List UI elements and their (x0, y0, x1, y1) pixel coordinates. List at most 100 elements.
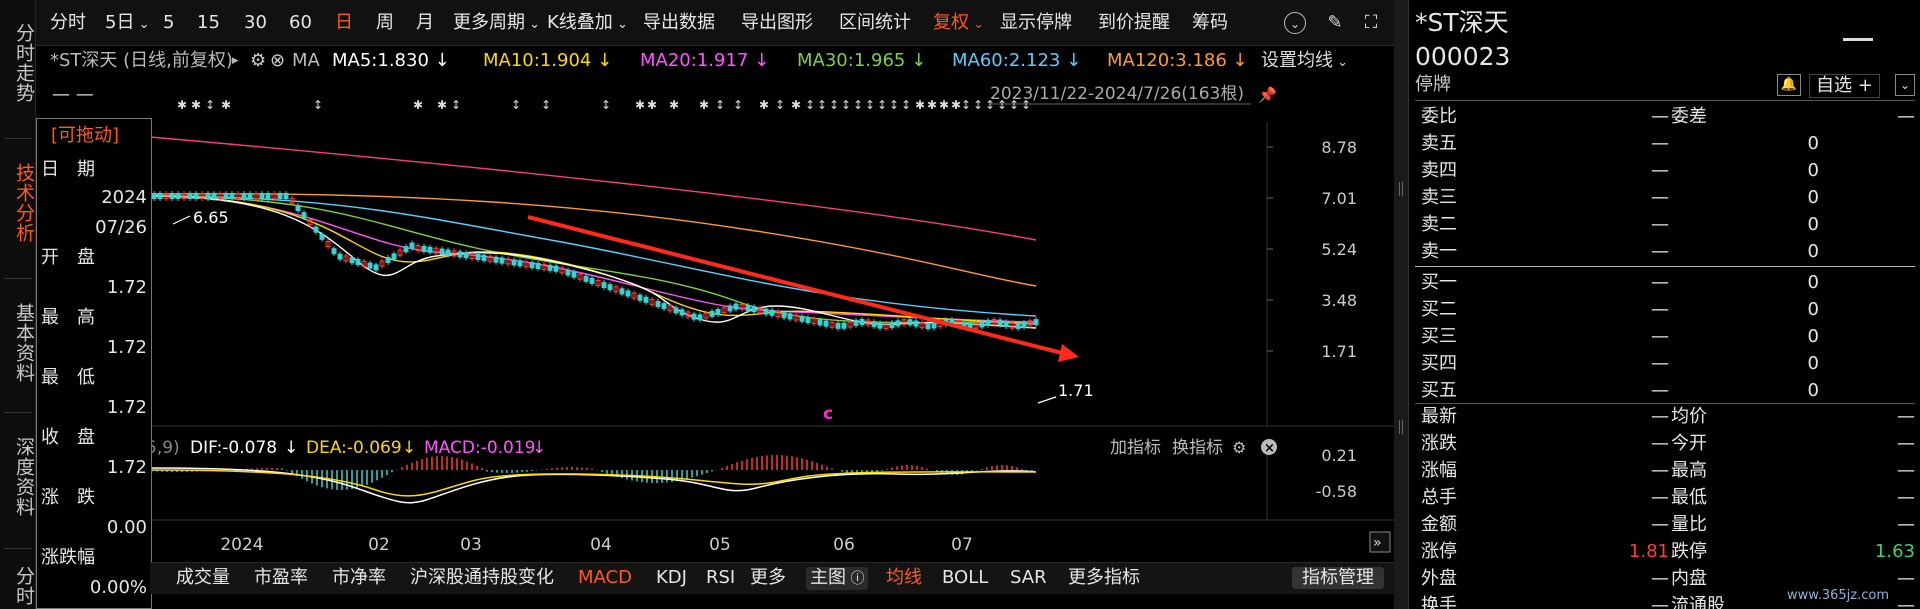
period-15min[interactable]: 15 (197, 12, 220, 34)
gear-icon[interactable]: ⚙ (250, 50, 266, 72)
panel-splitter[interactable] (1394, 0, 1408, 609)
event-marker: ✱ (951, 98, 961, 112)
show-suspension-button[interactable]: 显示停牌 (1000, 12, 1072, 34)
candle-body (157, 193, 163, 199)
period-30min[interactable]: 30 (244, 12, 267, 34)
candle-body (805, 317, 811, 323)
period-day[interactable]: 日 (335, 12, 353, 34)
ma60-value: MA60:2.123 ↓ (952, 50, 1082, 71)
kline-overlay-dropdown[interactable]: K线叠加 ⌄ (547, 12, 628, 36)
more-periods-dropdown[interactable]: 更多周期 ⌄ (453, 12, 540, 36)
event-marker: ✱ (939, 98, 949, 112)
main-chart-toggle[interactable]: 主图 ⓘ (806, 567, 869, 590)
period-week[interactable]: 周 (376, 12, 394, 34)
order-row-label: 买二 (1421, 299, 1457, 320)
ind-more-indicators[interactable]: 更多指标 (1068, 567, 1140, 589)
ind-rsi[interactable]: RSI (706, 567, 735, 589)
pin-icon[interactable]: 📌 (1258, 85, 1277, 104)
candle-body (481, 254, 487, 261)
stock-title: *ST深天 (日线,前复权) (50, 50, 233, 71)
brush-icon[interactable]: ✎ (1324, 12, 1346, 34)
tab-basic-info[interactable]: 基本资料 (0, 288, 36, 398)
candle-body (439, 248, 445, 255)
order-row-label: 卖四 (1421, 160, 1457, 181)
order-row-label: 买四 (1421, 353, 1457, 374)
order-row-price: — (1651, 326, 1669, 347)
ind-pe[interactable]: 市盈率 (254, 567, 308, 589)
x-axis-label: 04 (590, 535, 612, 555)
svg-text:↓: ↓ (284, 438, 298, 458)
tab-timeshare[interactable]: 分时走势 (0, 8, 36, 118)
bell-icon[interactable]: 🔔 (1777, 74, 1801, 96)
ind-macd[interactable]: MACD (578, 567, 632, 589)
tab-timeshare-2[interactable]: 分时 (0, 556, 36, 609)
chevron-down-circle-icon[interactable]: ⌄ (1284, 12, 1306, 34)
kline-chart[interactable]: — — 2023/11/22-2024/7/26(163根) 📌 8.787.0… (36, 76, 1394, 606)
period-60min[interactable]: 60 (289, 12, 312, 34)
candle-body (187, 193, 193, 199)
ind-kdj[interactable]: KDJ (656, 567, 687, 589)
ind-hk-connect[interactable]: 沪深股通持股变化 (410, 567, 554, 589)
play-icon[interactable]: ▸ (232, 50, 239, 72)
candle-body (295, 205, 301, 211)
candle-body (571, 271, 577, 278)
event-marker: ↕ (1009, 98, 1019, 112)
order-row-volume: 0 (1807, 187, 1819, 208)
gear-icon[interactable]: ⚙ (1232, 438, 1246, 457)
event-marker: ↕ (997, 98, 1007, 112)
indicator-manage-button[interactable]: 指标管理 (1292, 567, 1384, 589)
ma-settings-button[interactable]: 设置均线 ⌄ (1261, 50, 1348, 74)
candle-body (373, 264, 379, 271)
stat-label-2: 今开 (1671, 433, 1707, 454)
stat-value-2: — (1897, 487, 1915, 508)
period-toolbar: 分时 5日 ⌄ 5 15 30 60 日 周 月 更多周期 ⌄ K线叠加 ⌄ 导… (36, 0, 1394, 46)
candle-body (619, 288, 625, 295)
export-data-button[interactable]: 导出数据 (643, 12, 715, 34)
change-pct-value: 0.00% (89, 577, 147, 598)
period-5min[interactable]: 5 (163, 12, 174, 34)
drag-title[interactable]: [可拖动] (51, 125, 119, 147)
add-watchlist-button[interactable]: 自选 + (1809, 74, 1880, 98)
order-row-label: 卖五 (1421, 133, 1457, 154)
period-timeshare[interactable]: 分时 (50, 12, 86, 34)
export-chart-button[interactable]: 导出图形 (741, 12, 813, 34)
event-marker: ✱ (191, 98, 201, 112)
close-icon[interactable]: ⊗ (270, 50, 285, 72)
candle-body (907, 319, 913, 326)
ind-pb[interactable]: 市净率 (332, 567, 386, 589)
svg-text:↓: ↓ (402, 438, 416, 458)
order-row-label: 卖三 (1421, 187, 1457, 208)
tab-deep-info[interactable]: 深度资料 (0, 422, 36, 532)
switch-indicator-button[interactable]: 换指标 (1172, 438, 1223, 458)
ind-sar[interactable]: SAR (1010, 567, 1047, 589)
candle-body (823, 320, 829, 327)
event-marker: ↕ (541, 98, 551, 112)
period-5day[interactable]: 5日 ⌄ (105, 12, 149, 36)
ind-ma[interactable]: 均线 (886, 567, 922, 589)
chevron-down-icon[interactable]: ⌄ (1895, 74, 1915, 96)
trend-arrowhead (1058, 344, 1079, 362)
chips-button[interactable]: 筹码 (1192, 12, 1228, 34)
ind-volume[interactable]: 成交量 (176, 567, 230, 589)
ind-more[interactable]: 更多 (750, 567, 786, 589)
fullscreen-icon[interactable]: ⛶ (1360, 12, 1382, 34)
event-marker: ↕ (901, 98, 911, 112)
event-marker: ↕ (865, 98, 875, 112)
ohlc-popup[interactable]: [可拖动] 日 期 2024 07/26 开 盘 1.72 最 高 1.72 最… (36, 118, 152, 609)
candle-body (931, 322, 937, 329)
add-indicator-button[interactable]: 加指标 (1110, 438, 1161, 458)
event-marker: ↕ (853, 98, 863, 112)
period-month[interactable]: 月 (416, 12, 434, 34)
help-icon[interactable]: ⓘ (846, 571, 864, 587)
minus-icon[interactable] (1843, 38, 1873, 41)
tab-technical[interactable]: 技术分析 (0, 148, 36, 258)
adjust-dropdown[interactable]: 复权 ⌄ (933, 12, 984, 36)
candle-body (409, 242, 415, 249)
candle-body (835, 322, 841, 329)
candle-body (877, 322, 883, 329)
candle-body (193, 193, 199, 199)
price-alert-button[interactable]: 到价提醒 (1098, 12, 1170, 34)
range-stats-button[interactable]: 区间统计 (839, 12, 911, 34)
ind-boll[interactable]: BOLL (942, 567, 988, 589)
order-row-price: — (1651, 241, 1669, 262)
